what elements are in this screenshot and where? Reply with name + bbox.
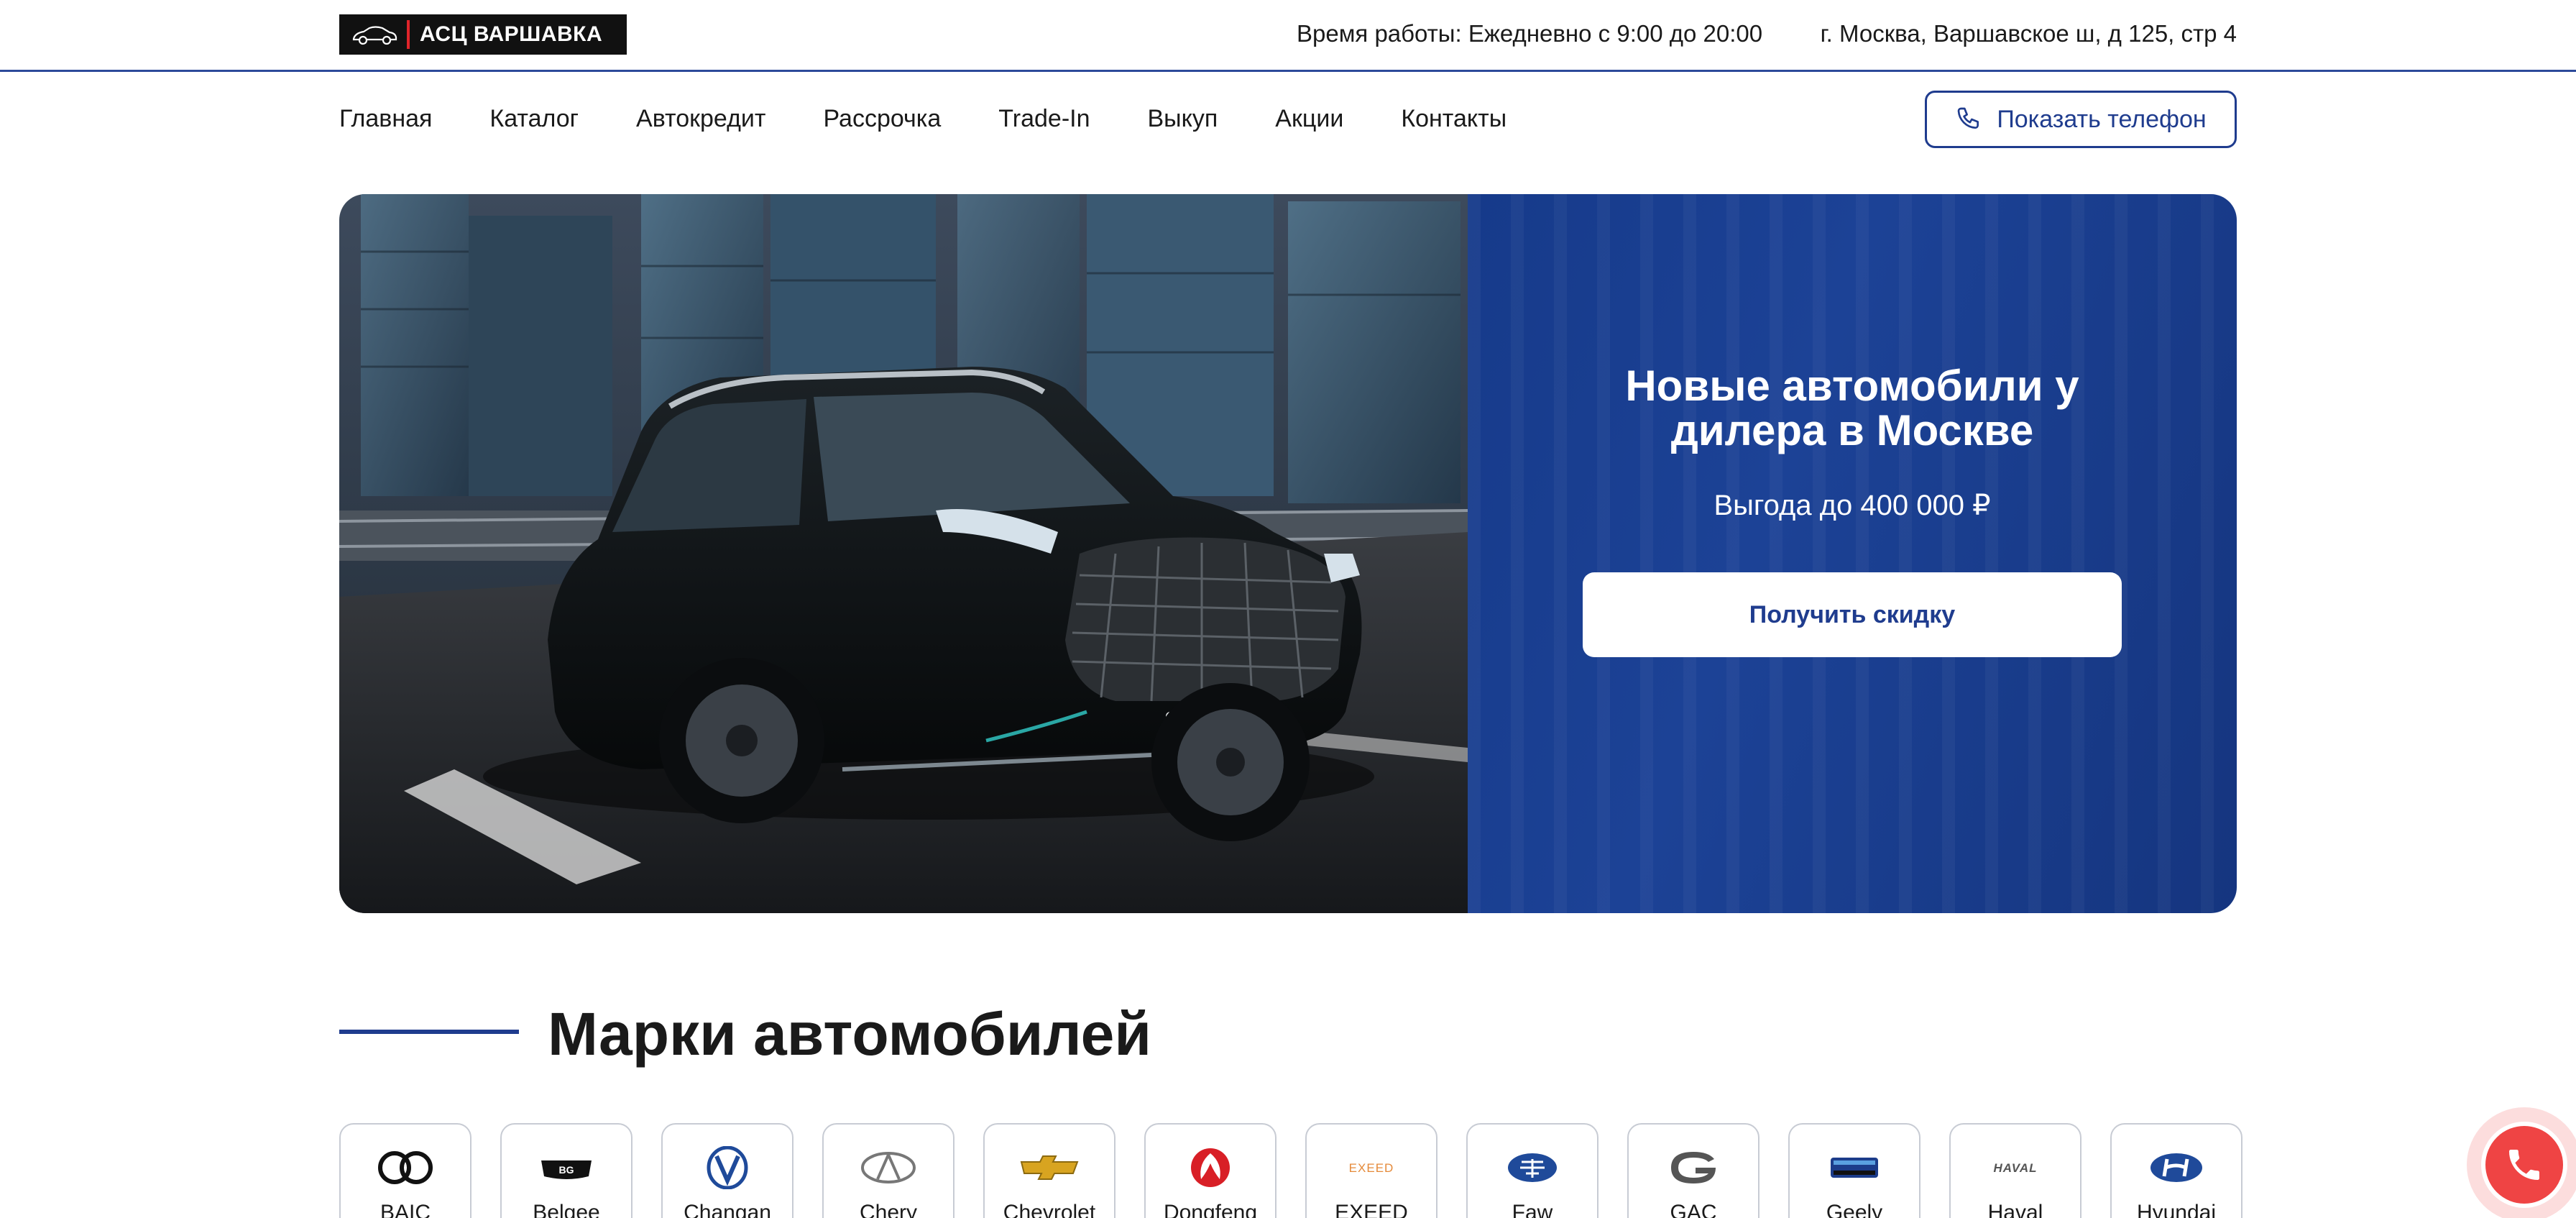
brand-card-gac[interactable]: GAC [1627, 1123, 1760, 1218]
gac-logo-icon [1671, 1152, 1716, 1183]
brand-card-chery[interactable]: Chery [822, 1123, 954, 1218]
work-hours: Время работы: Ежедневно с 9:00 до 20:00 [1297, 20, 1763, 47]
show-phone-button[interactable]: Показать телефон [1925, 91, 2237, 148]
show-phone-label: Показать телефон [1997, 105, 2207, 133]
brand-name: Belgee [533, 1201, 600, 1218]
brand-card-dongfeng[interactable]: Dongfeng [1144, 1123, 1276, 1218]
site-logo[interactable]: АСЦ ВАРШАВКА [339, 14, 627, 55]
phone-icon [1957, 107, 1979, 129]
nav-item-trade-in[interactable]: Trade-In [998, 105, 1090, 133]
logo-separator [407, 20, 410, 49]
svg-text:HAVAL: HAVAL [1993, 1161, 2037, 1175]
brand-name: Chevrolet [1003, 1201, 1096, 1218]
nav-item-home[interactable]: Главная [339, 105, 432, 133]
address: г. Москва, Варшавское ш, д 125, стр 4 [1820, 20, 2237, 47]
main-nav: Главная Каталог Автокредит Рассрочка Tra… [339, 105, 1506, 133]
brand-card-belgee[interactable]: BG Belgee [500, 1123, 632, 1218]
faw-logo-icon [1508, 1153, 1557, 1182]
brands-list: BAIC BG Belgee Changan Chery Chevrolet D… [339, 1123, 2242, 1218]
brand-card-faw[interactable]: Faw [1466, 1123, 1598, 1218]
hero-subtitle: Выгода до 400 000 ₽ [1714, 490, 1991, 521]
geely-logo-icon [1831, 1158, 1878, 1178]
brand-name: Hyundai [2136, 1201, 2217, 1218]
changan-logo-icon [707, 1146, 748, 1189]
floating-call-button[interactable] [2467, 1107, 2576, 1218]
brand-card-baic[interactable]: BAIC [339, 1123, 472, 1218]
baic-logo-icon [378, 1151, 433, 1184]
brand-card-geely[interactable]: Geely [1788, 1123, 1920, 1218]
nav-item-contacts[interactable]: Контакты [1401, 105, 1506, 133]
hero-car-image [339, 194, 1468, 913]
nav-item-catalog[interactable]: Каталог [489, 105, 579, 133]
nav-item-promotions[interactable]: Акции [1275, 105, 1343, 133]
logo-text: АСЦ ВАРШАВКА [420, 22, 603, 46]
brand-name: BAIC [380, 1201, 431, 1218]
call-icon [2509, 1150, 2539, 1180]
brand-name: EXEED [1335, 1201, 1408, 1218]
section-accent-line [339, 1030, 519, 1034]
hero-title: Новые автомобили у дилера в Москве [1625, 362, 2079, 454]
brand-name: Changan [684, 1201, 771, 1218]
brand-card-haval[interactable]: HAVAL Haval [1949, 1123, 2082, 1218]
nav-item-installment[interactable]: Рассрочка [823, 105, 941, 133]
brands-section-title: Марки автомобилей [548, 1000, 1151, 1068]
brand-card-changan[interactable]: Changan [661, 1123, 794, 1218]
car-logo-icon [352, 26, 397, 45]
svg-text:BG: BG [559, 1164, 574, 1176]
brand-name: Chery [859, 1201, 918, 1218]
nav-item-autocredit[interactable]: Автокредит [636, 105, 765, 133]
brand-card-exeed[interactable]: EXEED EXEED [1305, 1123, 1438, 1218]
brand-name: Geely [1826, 1201, 1883, 1218]
hero-banner: Новые автомобили у дилера в Москве Выгод… [339, 194, 2237, 913]
hyundai-logo-icon [2150, 1153, 2202, 1182]
hero-promo-panel: Новые автомобили у дилера в Москве Выгод… [1468, 194, 2237, 913]
call-button-circle[interactable] [2481, 1122, 2567, 1208]
top-bar: АСЦ ВАРШАВКА Время работы: Ежедневно с 9… [0, 0, 2576, 72]
brand-name: Faw [1512, 1201, 1553, 1218]
brand-name: GAC [1670, 1201, 1717, 1218]
svg-text:EXEED: EXEED [1349, 1161, 1394, 1175]
brand-card-chevrolet[interactable]: Chevrolet [983, 1123, 1116, 1218]
brand-card-hyundai[interactable]: Hyundai [2110, 1123, 2242, 1218]
haval-logo-icon: HAVAL [1993, 1161, 2037, 1175]
dongfeng-logo-icon [1191, 1148, 1230, 1187]
chery-logo-icon [861, 1152, 916, 1183]
brand-name: Dongfeng [1163, 1201, 1258, 1218]
background-streaks [1468, 194, 2237, 913]
belgee-logo-icon: BG [541, 1160, 592, 1179]
get-discount-button[interactable]: Получить скидку [1583, 572, 2122, 657]
nav-item-buyout[interactable]: Выкуп [1148, 105, 1218, 133]
exeed-logo-icon: EXEED [1349, 1161, 1394, 1175]
chevrolet-logo-icon [1020, 1155, 1079, 1180]
brand-name: Haval [1987, 1201, 2043, 1218]
